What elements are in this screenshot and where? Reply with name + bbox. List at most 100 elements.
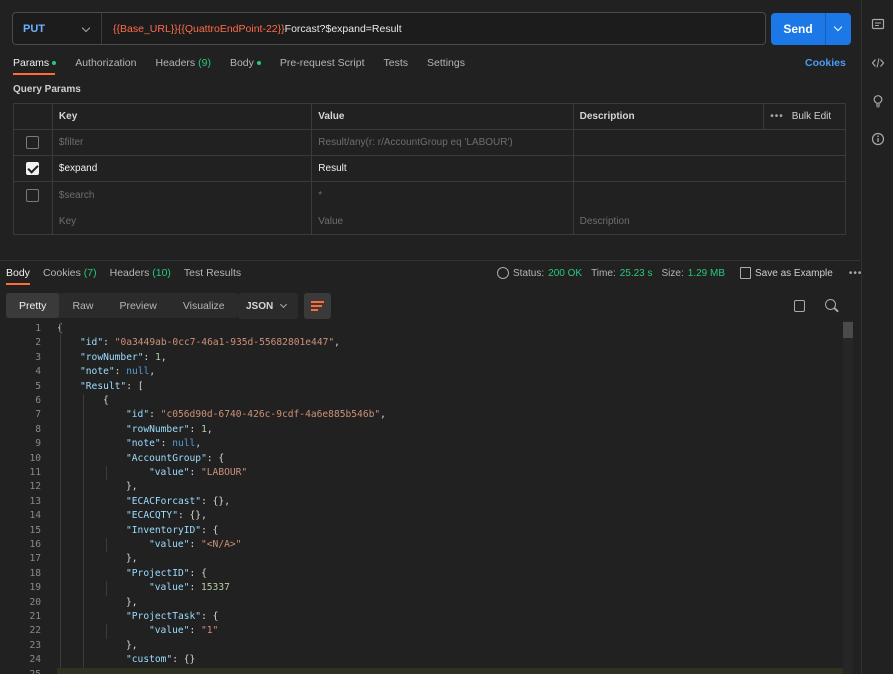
- request-url-bar: PUT {{Base_URL}}{{QuattroEndPoint-22}}Fo…: [12, 12, 766, 45]
- new-value-input[interactable]: Value: [311, 208, 572, 234]
- param-checkbox[interactable]: [26, 162, 40, 175]
- param-description-input[interactable]: [572, 156, 845, 181]
- code-line: 22 "value": "1": [0, 624, 853, 638]
- language-value: JSON: [246, 300, 274, 312]
- code-line: 10 "AccountGroup": {: [0, 452, 853, 466]
- status-value[interactable]: 200 OK: [548, 268, 582, 279]
- indent-guide: [106, 624, 107, 639]
- line-number: 21: [29, 611, 41, 622]
- tab-body[interactable]: Body: [230, 57, 261, 71]
- tab-label: Headers: [109, 267, 150, 279]
- param-description-input[interactable]: [572, 130, 845, 155]
- line-number: 3: [35, 351, 41, 363]
- comments-icon[interactable]: [870, 18, 886, 34]
- code-token: },: [126, 639, 138, 651]
- param-row: $search *: [14, 182, 845, 208]
- code-token: :: [189, 423, 202, 435]
- line-number: 23: [29, 639, 41, 651]
- format-tab-visualize[interactable]: Visualize: [170, 293, 238, 318]
- more-icon: •••: [770, 111, 784, 122]
- send-dropdown-chevron-icon[interactable]: [825, 13, 851, 45]
- code-token: "rowNumber": [126, 423, 190, 435]
- response-tab-test-results[interactable]: Test Results: [184, 267, 241, 279]
- param-row: $expand Result: [14, 156, 845, 182]
- response-tab-body[interactable]: Body: [6, 267, 30, 279]
- response-tab-headers[interactable]: Headers (10): [110, 267, 171, 279]
- code-token: 15337: [201, 582, 230, 594]
- code-line: 13 "ECACForcast": {},: [0, 495, 853, 509]
- tab-params[interactable]: Params: [13, 57, 57, 71]
- param-key-input[interactable]: $expand: [51, 156, 311, 181]
- wrap-lines-button[interactable]: [304, 293, 331, 319]
- code-token: "value": [149, 539, 190, 550]
- code-token: "ProjectTask": [126, 611, 202, 622]
- param-value-input[interactable]: Result: [311, 156, 572, 181]
- param-value-input[interactable]: *: [311, 182, 572, 208]
- new-key-input[interactable]: Key: [51, 208, 311, 234]
- code-token: },: [126, 596, 138, 608]
- value-header: Value: [311, 104, 572, 129]
- tab-count-badge: (10): [149, 267, 171, 279]
- code-token: : {: [201, 524, 219, 536]
- code-icon[interactable]: [870, 56, 886, 72]
- info-icon[interactable]: [870, 132, 886, 148]
- send-button[interactable]: Send: [771, 13, 851, 45]
- cookies-link[interactable]: Cookies: [805, 57, 846, 69]
- tab-settings[interactable]: Settings: [427, 57, 465, 71]
- code-token: "<N/A>": [201, 539, 242, 550]
- search-icon[interactable]: [825, 299, 836, 310]
- scrollbar-thumb[interactable]: [843, 322, 853, 338]
- new-description-input[interactable]: Description: [572, 208, 845, 234]
- param-description-input[interactable]: [572, 182, 845, 208]
- tab-headers[interactable]: Headers (9): [155, 57, 210, 71]
- line-number: 19: [29, 582, 41, 594]
- lightbulb-icon[interactable]: [870, 94, 886, 110]
- code-token: : {: [206, 452, 225, 464]
- query-params-table: Key Value Description ••• Bulk Edit $fil…: [13, 103, 846, 235]
- code-line: 20},: [0, 596, 853, 610]
- url-input[interactable]: {{Base_URL}}{{QuattroEndPoint-22}}Forcas…: [102, 23, 402, 35]
- more-options-icon[interactable]: •••: [849, 268, 863, 279]
- copy-icon[interactable]: [794, 300, 805, 312]
- line-number: 9: [35, 438, 41, 450]
- format-tab-raw[interactable]: Raw: [59, 293, 106, 318]
- tab-authorization[interactable]: Authorization: [75, 57, 136, 71]
- code-token: "value": [149, 625, 190, 637]
- code-text: "ECACForcast": {},: [126, 495, 230, 509]
- format-tab-preview[interactable]: Preview: [106, 293, 169, 318]
- description-header: Description: [572, 104, 764, 129]
- scrollbar-track[interactable]: [843, 321, 853, 674]
- tab-label: Pre-request Script: [279, 57, 365, 69]
- response-tab-cookies[interactable]: Cookies (7): [43, 267, 97, 279]
- size-value[interactable]: 1.29 MB: [688, 268, 725, 279]
- bulk-edit-button[interactable]: ••• Bulk Edit: [763, 104, 845, 129]
- response-body-code[interactable]: 1{2"id": "0a3449ab-0cc7-46a1-935d-556828…: [0, 321, 853, 674]
- language-select[interactable]: JSON: [238, 293, 298, 319]
- line-number: 2: [35, 337, 41, 349]
- time-value[interactable]: 25.23 s: [620, 268, 653, 279]
- format-tab-pretty[interactable]: Pretty: [6, 293, 60, 318]
- code-token: :: [114, 366, 127, 378]
- tab-tests[interactable]: Tests: [384, 57, 409, 71]
- code-token: },: [126, 553, 138, 565]
- code-line: 21 "ProjectTask": {: [0, 610, 853, 624]
- code-token: :: [103, 337, 115, 349]
- param-key-input[interactable]: $search: [51, 182, 311, 208]
- code-token: "Result": [80, 380, 127, 392]
- globe-icon[interactable]: [497, 267, 509, 279]
- panel-divider[interactable]: [0, 260, 860, 261]
- code-line: 6{: [0, 394, 853, 408]
- code-token: :: [149, 409, 161, 421]
- code-text: "ProjectID": {: [126, 567, 207, 581]
- param-checkbox[interactable]: [26, 136, 40, 149]
- code-line: 17},: [0, 552, 853, 566]
- method-select[interactable]: PUT: [13, 13, 102, 44]
- line-number: 22: [29, 625, 41, 637]
- param-value-input[interactable]: Result/any(r: r/AccountGroup eq 'LABOUR'…: [311, 130, 572, 155]
- code-token: null: [172, 438, 196, 450]
- param-checkbox[interactable]: [26, 188, 40, 202]
- save-as-example-button[interactable]: Save as Example: [755, 268, 833, 279]
- send-label: Send: [783, 22, 813, 36]
- tab-pre-request-script[interactable]: Pre-request Script: [280, 57, 365, 71]
- param-key-input[interactable]: $filter: [51, 130, 311, 155]
